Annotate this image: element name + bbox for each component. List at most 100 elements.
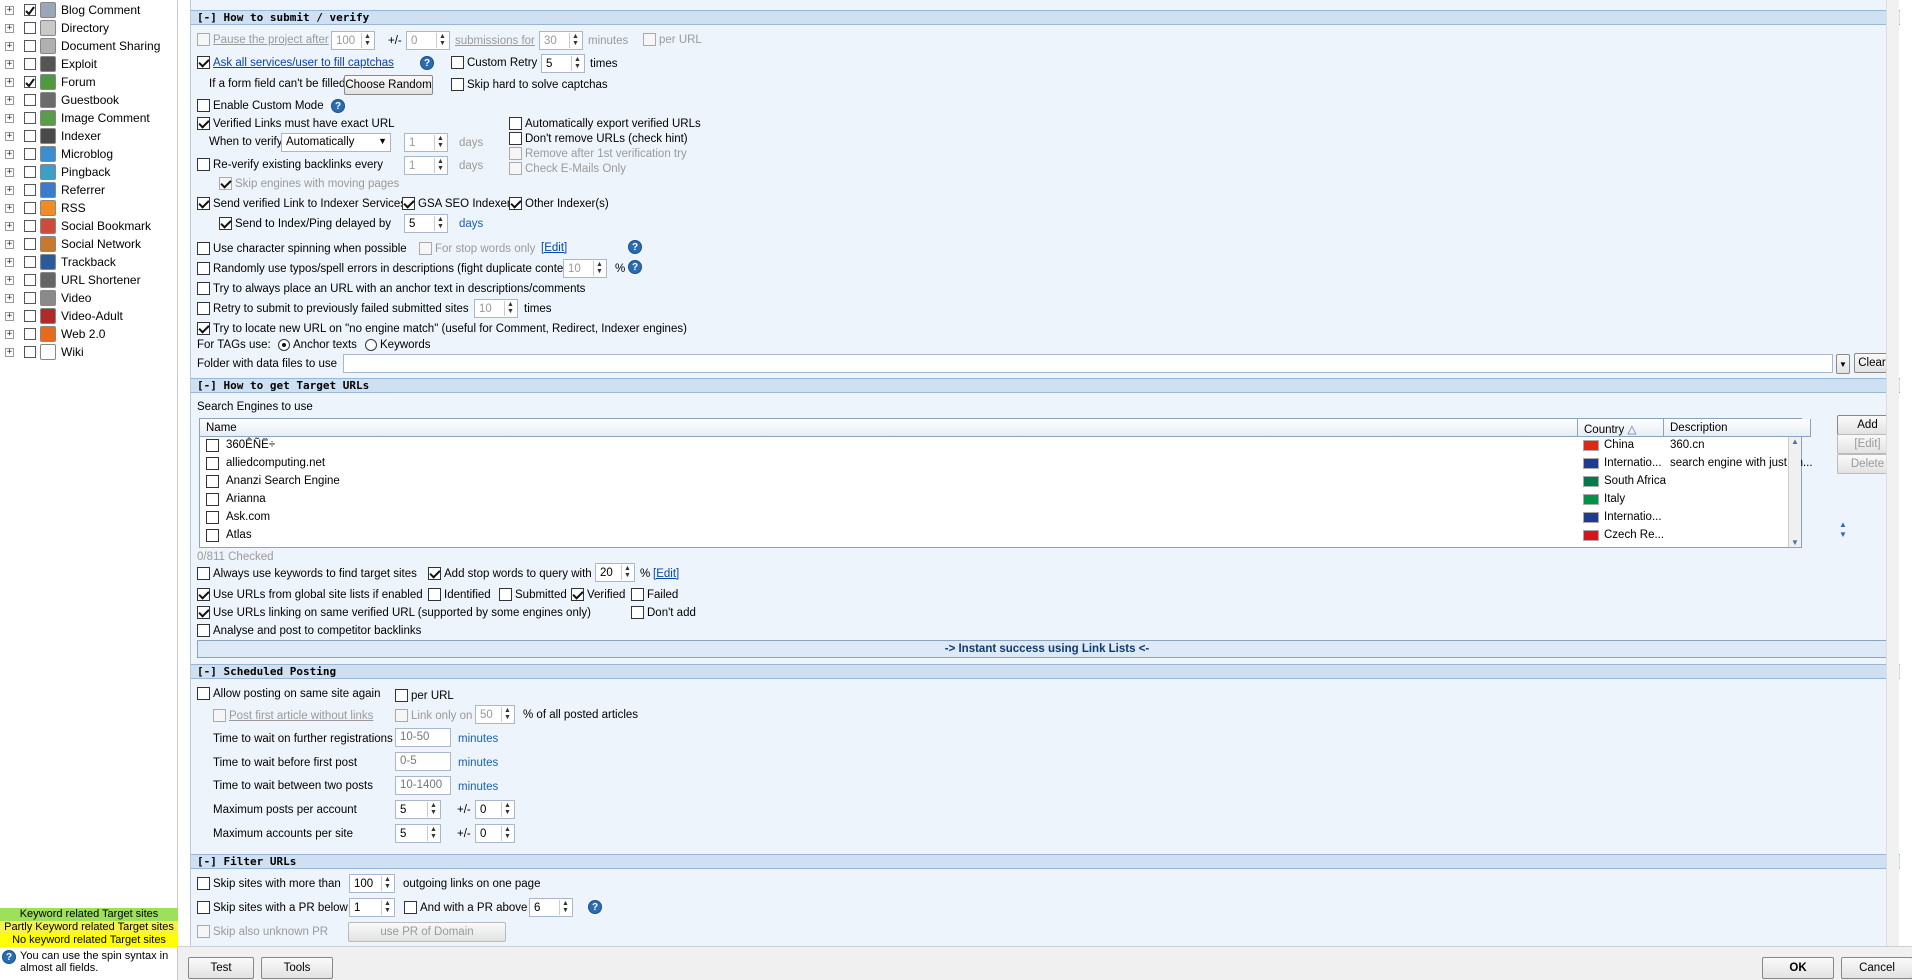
max-acc-pm-spin[interactable]: 0 ▲ ▼ (475, 824, 515, 843)
link-only-spin[interactable]: 50 ▲ ▼ (475, 705, 515, 724)
engine-checkbox[interactable] (24, 4, 36, 16)
expand-icon[interactable]: + (5, 131, 14, 141)
pause-pm-spin[interactable]: 0 ▲ ▼ (406, 31, 450, 50)
expand-icon[interactable]: + (5, 41, 14, 51)
reverify-spin[interactable]: 1 ▲ ▼ (404, 156, 448, 175)
expand-icon[interactable]: + (5, 221, 14, 231)
post-first-checkbox[interactable] (213, 709, 226, 722)
max-posts-spin[interactable]: 5 ▲ ▼ (395, 800, 441, 819)
engine-checkbox[interactable] (24, 112, 36, 124)
clear-button[interactable]: Clear (1854, 353, 1890, 373)
skip-more-checkbox[interactable] (197, 877, 210, 890)
use-linking-checkbox[interactable] (197, 606, 210, 619)
ask-captcha-checkbox[interactable] (197, 56, 210, 69)
engine-checkbox[interactable] (24, 130, 36, 142)
sidebar-item[interactable]: + Indexer (0, 127, 178, 145)
other-indexer-checkbox[interactable] (509, 197, 522, 210)
expand-icon[interactable]: + (5, 23, 14, 33)
sidebar-item[interactable]: + Web 2.0 (0, 325, 178, 343)
expand-icon[interactable]: + (5, 329, 14, 339)
ok-button[interactable]: OK (1762, 957, 1834, 979)
gsa-indexer-checkbox[interactable] (402, 197, 415, 210)
section-submit-verify[interactable]: [-] How to submit / verify (191, 10, 1900, 25)
stop-words-spin[interactable]: 20 ▲ ▼ (595, 563, 635, 582)
expand-icon[interactable]: + (5, 77, 14, 87)
link-lists-banner[interactable]: -> Instant success using Link Lists <- (197, 640, 1897, 658)
engine-checkbox[interactable] (24, 292, 36, 304)
send-ping-checkbox[interactable] (219, 217, 232, 230)
engine-checkbox[interactable] (24, 256, 36, 268)
sidebar-item[interactable]: + Video (0, 289, 178, 307)
custom-mode-help-icon[interactable]: ? (331, 99, 345, 113)
sidebar-item[interactable]: + URL Shortener (0, 271, 178, 289)
typos-checkbox[interactable] (197, 262, 210, 275)
col-description[interactable]: Description (1664, 419, 1811, 437)
retry-failed-spin[interactable]: 10 ▲ ▼ (474, 299, 518, 318)
expand-icon[interactable]: + (5, 239, 14, 249)
row-checkbox[interactable] (206, 493, 219, 506)
skip-moving-checkbox[interactable] (219, 177, 232, 190)
expand-icon[interactable]: + (5, 347, 14, 357)
sidebar-item[interactable]: + Social Network (0, 235, 178, 253)
expand-icon[interactable]: + (5, 185, 14, 195)
locate-new-checkbox[interactable] (197, 322, 210, 335)
expand-icon[interactable]: + (5, 95, 14, 105)
engine-checkbox[interactable] (24, 184, 36, 196)
engine-checkbox[interactable] (24, 220, 36, 232)
tools-button[interactable]: Tools (261, 957, 333, 979)
sched-per-url-checkbox[interactable] (395, 689, 408, 702)
dont-add-checkbox[interactable] (631, 606, 644, 619)
stop-words-only-checkbox[interactable] (419, 242, 432, 255)
retry-spin[interactable]: 5 ▲ ▼ (541, 54, 585, 73)
edit-stop-link[interactable]: [Edit] (653, 568, 679, 580)
wait-reg-input[interactable]: 10-50 (395, 728, 451, 747)
engine-checkbox[interactable] (24, 22, 36, 34)
sidebar-item[interactable]: + Social Bookmark (0, 217, 178, 235)
spin-help-icon[interactable]: ? (628, 240, 642, 254)
send-indexer-checkbox[interactable] (197, 197, 210, 210)
when-verify-select[interactable]: Automatically ▼ (281, 133, 391, 152)
expand-icon[interactable]: + (5, 113, 14, 123)
move-arrows-icon[interactable]: ▲ ▼ (1839, 520, 1847, 540)
engine-checkbox[interactable] (24, 238, 36, 250)
sidebar-item[interactable]: + Microblog (0, 145, 178, 163)
allow-again-checkbox[interactable] (197, 687, 210, 700)
engine-checkbox[interactable] (24, 202, 36, 214)
skip-unknown-checkbox[interactable] (197, 925, 210, 938)
expand-icon[interactable]: + (5, 311, 14, 321)
pause-count-spin[interactable]: 100 ▲ ▼ (331, 31, 375, 50)
test-button[interactable]: Test (188, 957, 254, 979)
sidebar-item[interactable]: + Wiki (0, 343, 178, 361)
table-row[interactable]: Ananzi Search Engine South Africa (200, 473, 1800, 491)
folder-dropdown-button[interactable]: ▼ (1836, 354, 1850, 374)
ask-captcha-link[interactable]: Ask all services/user to fill captchas (213, 57, 394, 69)
folder-input[interactable] (343, 354, 1833, 373)
choose-random-button[interactable]: Choose Random (344, 75, 433, 95)
link-only-checkbox[interactable] (395, 709, 408, 722)
captcha-help-icon[interactable]: ? (420, 56, 434, 70)
engine-checkbox[interactable] (24, 94, 36, 106)
engine-checkbox[interactable] (24, 346, 36, 358)
pr-help-icon[interactable]: ? (588, 900, 602, 914)
scroll-up-icon[interactable]: ▲ (1789, 437, 1801, 446)
row-checkbox[interactable] (206, 511, 219, 524)
pr-above-spin[interactable]: 6 ▲ ▼ (529, 898, 573, 917)
expand-icon[interactable]: + (5, 257, 14, 267)
sidebar-item[interactable]: + Blog Comment (0, 1, 178, 19)
use-global-checkbox[interactable] (197, 588, 210, 601)
pause-checkbox[interactable] (197, 33, 210, 46)
expand-icon[interactable]: + (5, 167, 14, 177)
identified-checkbox[interactable] (428, 588, 441, 601)
col-name[interactable]: Name (200, 419, 1578, 437)
engine-checkbox[interactable] (24, 58, 36, 70)
skip-more-spin[interactable]: 100 ▲ ▼ (349, 874, 395, 893)
use-pr-domain-button[interactable]: use PR of Domain (348, 922, 506, 942)
table-row[interactable]: alliedcomputing.net Internatio... search e… (200, 455, 1813, 473)
submitted-checkbox[interactable] (499, 588, 512, 601)
scroll-down-icon[interactable]: ▼ (1789, 538, 1801, 547)
expand-icon[interactable]: + (5, 203, 14, 213)
sidebar-item[interactable]: + Image Comment (0, 109, 178, 127)
typos-help-icon[interactable]: ? (628, 260, 642, 274)
custom-retry-checkbox[interactable] (451, 56, 464, 69)
engine-checkbox[interactable] (24, 76, 36, 88)
